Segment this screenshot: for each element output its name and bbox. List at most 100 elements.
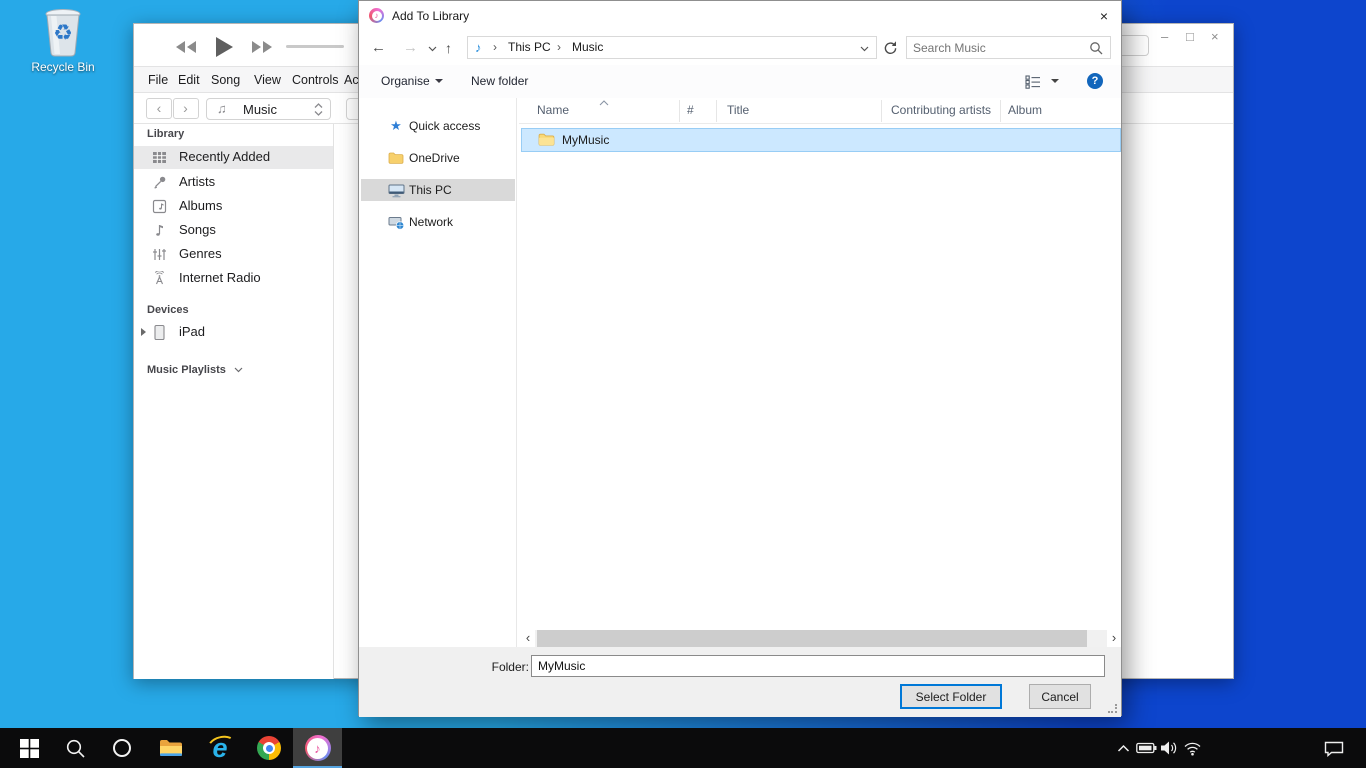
sidebar-item-albums[interactable]: Albums xyxy=(134,195,333,218)
sidebar-item-genres[interactable]: Genres xyxy=(134,243,333,266)
music-playlists-label: Music Playlists xyxy=(147,364,226,376)
menu-file[interactable]: File xyxy=(148,73,168,87)
taskbar: e ♪ xyxy=(0,728,1366,768)
sort-ascending-icon xyxy=(599,100,609,106)
folder-name-input[interactable] xyxy=(531,655,1105,677)
nav-pane-label: OneDrive xyxy=(409,151,460,165)
column-header-number[interactable]: # xyxy=(687,103,694,117)
star-icon: ★ xyxy=(387,118,405,134)
nav-pane-label: Quick access xyxy=(409,119,480,133)
rewind-button[interactable] xyxy=(175,40,197,59)
menu-song[interactable]: Song xyxy=(211,73,240,87)
windows-logo-icon xyxy=(20,739,39,758)
nav-back-button[interactable]: ← xyxy=(371,39,386,56)
nav-pane-network[interactable]: Network xyxy=(361,211,515,233)
nav-pane-this-pc[interactable]: This PC xyxy=(361,179,515,201)
fast-forward-button[interactable] xyxy=(251,40,273,59)
itunes-forward-button[interactable]: › xyxy=(173,98,199,119)
dialog-footer: Folder: Select Folder Cancel xyxy=(359,647,1121,717)
play-icon xyxy=(214,36,234,58)
tray-wifi-button[interactable] xyxy=(1177,728,1207,768)
view-mode-dropdown-caret[interactable] xyxy=(1051,79,1059,87)
view-mode-icon[interactable] xyxy=(1025,75,1041,89)
scroll-right-arrow[interactable]: › xyxy=(1107,630,1121,647)
sidebar-item-label: Songs xyxy=(179,222,216,237)
recycle-bin[interactable]: ♻ Recycle Bin xyxy=(20,6,106,74)
ipad-icon xyxy=(149,323,169,341)
scrollbar-track[interactable] xyxy=(535,630,1107,647)
address-dropdown-chevron[interactable] xyxy=(860,46,869,52)
menu-view[interactable]: View xyxy=(254,73,281,87)
dialog-titlebar[interactable]: ♪ Add To Library × xyxy=(359,1,1121,31)
breadcrumb-this-pc[interactable]: This PC xyxy=(508,37,551,58)
organise-label: Organise xyxy=(381,74,430,88)
column-header-name[interactable]: Name xyxy=(537,103,569,117)
folder-label: Folder: xyxy=(479,660,529,674)
media-selector-label: Music xyxy=(243,102,277,117)
scrollbar-thumb[interactable] xyxy=(537,630,1087,647)
taskbar-search-button[interactable] xyxy=(52,728,98,768)
search-input[interactable] xyxy=(913,38,1083,57)
menu-controls[interactable]: Controls xyxy=(292,73,339,87)
action-center-button[interactable] xyxy=(1315,728,1353,768)
itunes-back-button[interactable]: ‹ xyxy=(146,98,172,119)
play-button[interactable] xyxy=(214,36,234,63)
sidebar-item-artists[interactable]: Artists xyxy=(134,171,333,194)
onedrive-folder-icon xyxy=(387,150,405,166)
search-icon xyxy=(65,738,86,759)
sidebar-item-internet-radio[interactable]: Internet Radio xyxy=(134,267,333,290)
nav-pane-quick-access[interactable]: ★ Quick access xyxy=(361,115,515,137)
breadcrumb-music[interactable]: Music xyxy=(572,37,603,58)
add-to-library-dialog: ♪ Add To Library × ← → ↑ ♪ › This PC › M… xyxy=(358,0,1122,716)
select-folder-button[interactable]: Select Folder xyxy=(900,684,1002,709)
column-header-title[interactable]: Title xyxy=(727,103,749,117)
sidebar-item-label: Recently Added xyxy=(179,149,270,164)
column-header-contributing-artists[interactable]: Contributing artists xyxy=(891,103,991,117)
dialog-title: Add To Library xyxy=(392,1,469,31)
search-icon[interactable] xyxy=(1089,41,1103,55)
desktop: { "icons": { "close": "×", "minimize": "… xyxy=(0,0,1366,768)
up-down-chevron-icon xyxy=(314,103,323,116)
start-button[interactable] xyxy=(6,728,52,768)
internet-explorer-button[interactable]: e xyxy=(197,728,243,768)
sidebar-item-songs[interactable]: Songs xyxy=(134,219,333,242)
volume-slider[interactable] xyxy=(286,45,344,48)
file-explorer-button[interactable] xyxy=(148,728,194,768)
action-center-icon xyxy=(1324,740,1344,757)
sidebar-item-ipad[interactable]: iPad xyxy=(134,321,333,344)
nav-forward-button[interactable]: → xyxy=(403,39,418,56)
cortana-button[interactable] xyxy=(99,728,145,768)
refresh-icon[interactable] xyxy=(883,40,898,56)
dialog-close-button[interactable]: × xyxy=(1087,1,1121,31)
column-header-album[interactable]: Album xyxy=(1008,103,1042,117)
organise-button[interactable]: Organise xyxy=(381,74,443,88)
nav-pane-onedrive[interactable]: OneDrive xyxy=(361,147,515,169)
internet-explorer-icon: e xyxy=(212,733,227,763)
file-row-mymusic[interactable]: MyMusic xyxy=(521,128,1121,152)
recent-locations-chevron[interactable] xyxy=(428,46,437,52)
dropdown-caret-icon xyxy=(435,79,443,87)
file-explorer-icon xyxy=(159,738,183,758)
recycle-symbol-icon: ♻ xyxy=(20,20,106,46)
nav-up-button[interactable]: ↑ xyxy=(445,40,452,56)
itunes-minimize-button[interactable]: – xyxy=(1161,29,1168,44)
itunes-close-button[interactable]: × xyxy=(1211,29,1219,44)
scroll-left-arrow[interactable]: ‹ xyxy=(521,630,535,647)
address-bar[interactable]: ♪ › This PC › Music xyxy=(467,36,877,59)
new-folder-button[interactable]: New folder xyxy=(471,74,528,88)
menu-edit[interactable]: Edit xyxy=(178,73,200,87)
chrome-icon xyxy=(257,736,281,760)
dialog-toolbar: Organise New folder ? xyxy=(359,65,1121,98)
resize-grip[interactable] xyxy=(1108,704,1118,714)
sidebar-item-label: Genres xyxy=(179,246,222,261)
music-playlists-header[interactable]: Music Playlists xyxy=(147,360,243,378)
chrome-button[interactable] xyxy=(246,728,292,768)
song-note-icon xyxy=(149,221,169,239)
itunes-maximize-button[interactable]: □ xyxy=(1186,29,1194,44)
cancel-button[interactable]: Cancel xyxy=(1029,684,1091,709)
itunes-taskbar-button[interactable]: ♪ xyxy=(293,728,342,768)
column-divider xyxy=(881,100,882,122)
help-button[interactable]: ? xyxy=(1087,73,1103,89)
media-selector[interactable]: ♫ Music xyxy=(206,98,331,120)
sidebar-item-recently-added[interactable]: Recently Added xyxy=(134,146,333,169)
